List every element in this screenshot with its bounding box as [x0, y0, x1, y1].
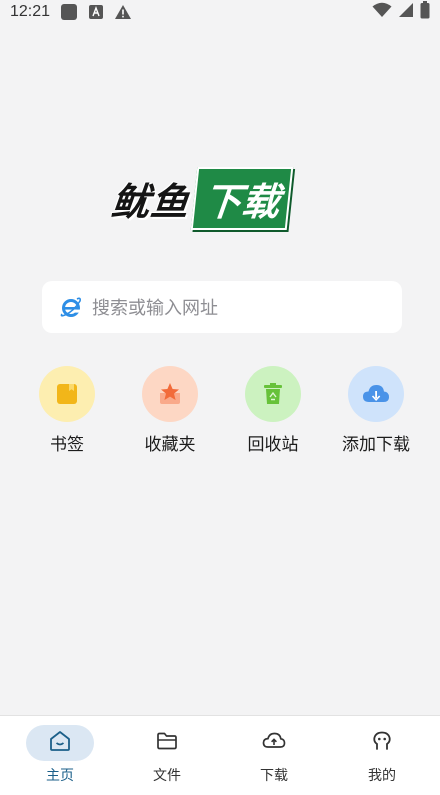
nav-mine-label: 我的 — [368, 768, 396, 784]
status-time: 12:21 — [10, 3, 51, 20]
nav-files-pill — [133, 725, 201, 761]
nav-files[interactable]: 文件 — [112, 716, 222, 795]
nav-download[interactable]: 下载 — [219, 716, 329, 795]
quick-action-label: 添加下载 — [342, 435, 410, 455]
status-bar: 12:21 — [0, 0, 440, 24]
nav-home[interactable]: 主页 — [5, 716, 115, 795]
font-a-icon — [88, 4, 104, 20]
quick-action-label: 书签 — [50, 435, 84, 455]
search-input[interactable]: 搜索或输入网址 — [92, 294, 218, 320]
app-square-icon — [60, 3, 78, 21]
nav-download-pill — [240, 725, 308, 761]
cloud-upload-icon — [261, 729, 287, 757]
nav-files-label: 文件 — [153, 768, 181, 784]
bookmark-icon — [39, 366, 95, 422]
app-logo: 鱿鱼 下载 — [109, 166, 334, 230]
quick-action-add-download[interactable]: 添加下载 — [326, 366, 426, 455]
nav-download-label: 下载 — [260, 768, 288, 784]
logo-text-green: 下载 — [190, 166, 294, 230]
quick-action-label: 收藏夹 — [144, 435, 196, 455]
quick-action-label: 回收站 — [247, 435, 299, 455]
battery-icon — [420, 0, 430, 24]
folder-icon — [155, 729, 179, 757]
quick-actions: 书签 收藏夹 回收站 添加下载 — [0, 366, 440, 456]
profile-icon — [370, 729, 394, 757]
status-right — [372, 0, 430, 24]
quick-action-recycle-bin[interactable]: 回收站 — [223, 366, 323, 455]
nav-home-pill — [26, 725, 94, 761]
logo-text-black: 鱿鱼 — [109, 179, 192, 224]
recycle-bin-icon — [245, 366, 301, 422]
quick-action-bookmark[interactable]: 书签 — [17, 366, 117, 455]
star-box-icon — [142, 366, 198, 422]
warning-icon — [114, 4, 132, 20]
bottom-nav: 主页 文件 下载 我的 — [0, 715, 440, 795]
nav-home-label: 主页 — [46, 768, 74, 784]
cloud-download-icon — [348, 366, 404, 422]
home-icon — [48, 729, 72, 757]
nav-mine-pill — [348, 725, 416, 761]
wifi-icon — [372, 2, 392, 23]
search-bar[interactable]: 搜索或输入网址 — [42, 281, 402, 333]
nav-mine[interactable]: 我的 — [327, 716, 437, 795]
browser-e-icon — [60, 296, 82, 318]
quick-action-favorites[interactable]: 收藏夹 — [120, 366, 220, 455]
signal-icon — [398, 2, 414, 23]
